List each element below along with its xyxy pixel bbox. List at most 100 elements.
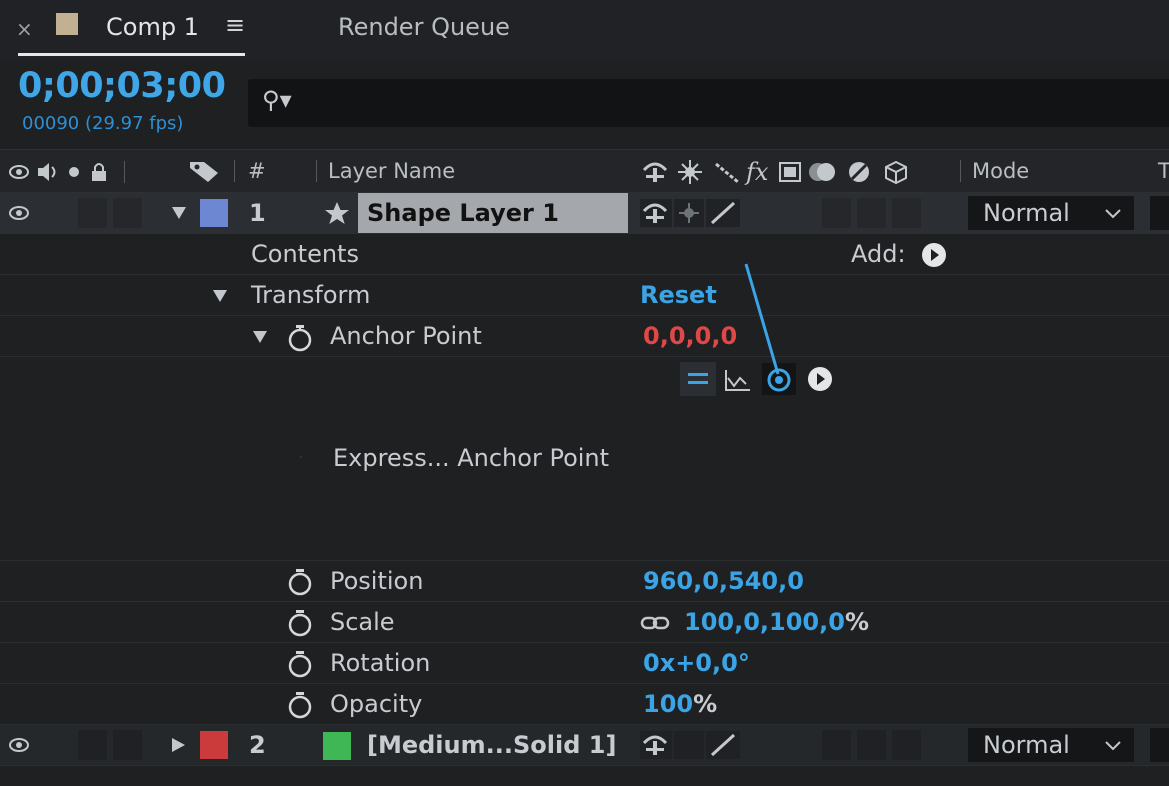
solo-icon [69,167,79,177]
current-time-display[interactable]: 0;00;03;00 [18,66,226,106]
rotation-value[interactable]: 0x+0,0° [643,649,750,677]
motion-blur-switch[interactable] [892,198,921,228]
quality-icon [715,162,739,184]
audio-switch[interactable] [78,198,107,228]
opacity-value-number[interactable]: 100 [643,690,693,718]
language-menu-icon [808,367,832,391]
chevron-down-icon [1105,741,1121,751]
scale-label[interactable]: Scale [330,608,395,636]
stopwatch-icon[interactable] [286,324,314,352]
layer-number: 2 [249,731,266,759]
twirl-right-icon[interactable] [170,737,188,753]
close-tab-icon[interactable]: × [16,17,33,41]
layer-name[interactable]: Shape Layer 1 [367,199,559,227]
scale-value[interactable]: 100,0,100,0% [684,608,869,636]
layer-search-input[interactable] [248,79,1169,127]
stopwatch-icon[interactable] [286,568,314,596]
chevron-down-icon [1105,209,1121,219]
stopwatch-icon[interactable] [286,609,314,637]
mode-value: Normal [983,731,1070,759]
stopwatch-icon[interactable] [286,650,314,678]
fx-switch[interactable] [822,198,851,228]
opacity-value[interactable]: 100% [643,690,717,718]
trkmat-dropdown[interactable] [1150,728,1169,762]
property-row-transform[interactable]: Transform Reset [0,275,1169,316]
3d-layer-icon [885,160,907,185]
trkmat-dropdown[interactable] [1150,196,1169,230]
header-mode[interactable]: Mode [972,159,1029,183]
reset-link[interactable]: Reset [640,281,717,309]
stopwatch-icon[interactable] [286,691,314,719]
frame-blend-icon [779,162,801,182]
constrain-proportions-icon[interactable] [640,614,672,632]
opacity-value-unit: % [693,690,718,718]
property-row-scale[interactable]: Scale 100,0,100,0% [0,602,1169,643]
comp-color-swatch [56,13,78,35]
layer-label-color[interactable] [200,731,228,759]
shape-layer-star-icon [325,202,349,224]
solid-color-swatch [323,732,351,760]
mode-dropdown[interactable]: Normal [968,728,1134,762]
opacity-label[interactable]: Opacity [330,690,422,718]
layer-name[interactable]: [Medium...Solid 1] [367,731,616,759]
property-row-rotation[interactable]: Rotation 0x+0,0° [0,643,1169,684]
property-row-opacity[interactable]: Opacity 100% [0,684,1169,725]
header-layer-name[interactable]: Layer Name [328,159,455,183]
fx-switch[interactable] [822,730,851,760]
frame-blend-switch[interactable] [857,198,886,228]
timeline-header: # Layer Name fx Mode T [0,149,1169,193]
property-row-anchor-point[interactable]: Anchor Point 0,0,0,0 [0,316,1169,357]
collapse-icon [678,160,702,184]
eye-icon[interactable] [8,205,32,221]
mode-value: Normal [983,199,1070,227]
anchor-point-value[interactable]: 0,0,0,0 [643,322,737,350]
label-tag-icon [190,162,218,182]
frame-count-display: 00090 (29.97 fps) [22,113,184,134]
rotation-label[interactable]: Rotation [330,649,430,677]
fx-icon: fx [744,158,769,186]
av-switches-header [9,161,125,183]
indent-dot: · [298,447,304,468]
property-row-position[interactable]: Position 960,0,540,0 [0,561,1169,602]
twirl-down-icon[interactable] [212,289,228,303]
position-label[interactable]: Position [330,567,423,595]
mode-dropdown[interactable]: Normal [968,196,1134,230]
add-menu-icon[interactable] [921,242,947,268]
header-trkmat: T [1158,159,1169,183]
search-icon[interactable]: ⚲▾ [262,86,292,114]
solo-switch[interactable] [113,730,142,760]
layer-row-2[interactable]: 2 [Medium...Solid 1] Normal [0,725,1169,766]
contents-label[interactable]: Contents [251,240,359,268]
scale-value-number[interactable]: 100,0,100,0 [684,608,845,636]
layer-switches[interactable] [640,199,750,227]
expression-area: · Express... Anchor Point [0,263,1169,561]
tab-render-queue[interactable]: Render Queue [338,13,510,41]
transform-label[interactable]: Transform [251,281,370,309]
shy-icon [642,162,668,182]
twirl-down-icon[interactable] [252,330,268,344]
position-value[interactable]: 960,0,540,0 [643,567,804,595]
rotation-degrees[interactable]: +0,0° [675,649,750,677]
rotation-turns[interactable]: 0x [643,649,675,677]
property-row-contents[interactable]: Contents Add: [0,234,1169,275]
active-tab-underline [18,53,245,56]
header-layer-number: # [248,159,266,183]
header-separator [316,160,317,182]
eye-icon[interactable] [8,737,32,753]
adjustment-layer-icon [849,162,869,182]
twirl-down-icon[interactable] [170,205,188,221]
frame-blend-switch[interactable] [857,730,886,760]
panel-menu-icon[interactable]: ≡ [225,11,245,39]
audio-switch[interactable] [78,730,107,760]
motion-blur-switch[interactable] [892,730,921,760]
layer-label-color[interactable] [200,199,228,227]
tab-comp-1[interactable]: Comp 1 [106,13,199,41]
scale-value-unit: % [844,608,869,636]
layer-switches[interactable] [640,731,750,759]
pick-whip-line [744,263,780,375]
layer-row-1[interactable]: 1 Shape Layer 1 Normal [0,193,1169,234]
anchor-point-label[interactable]: Anchor Point [330,322,482,350]
panel-bottom [0,766,1169,786]
expression-label[interactable]: Express... Anchor Point [333,444,609,472]
solo-switch[interactable] [113,198,142,228]
